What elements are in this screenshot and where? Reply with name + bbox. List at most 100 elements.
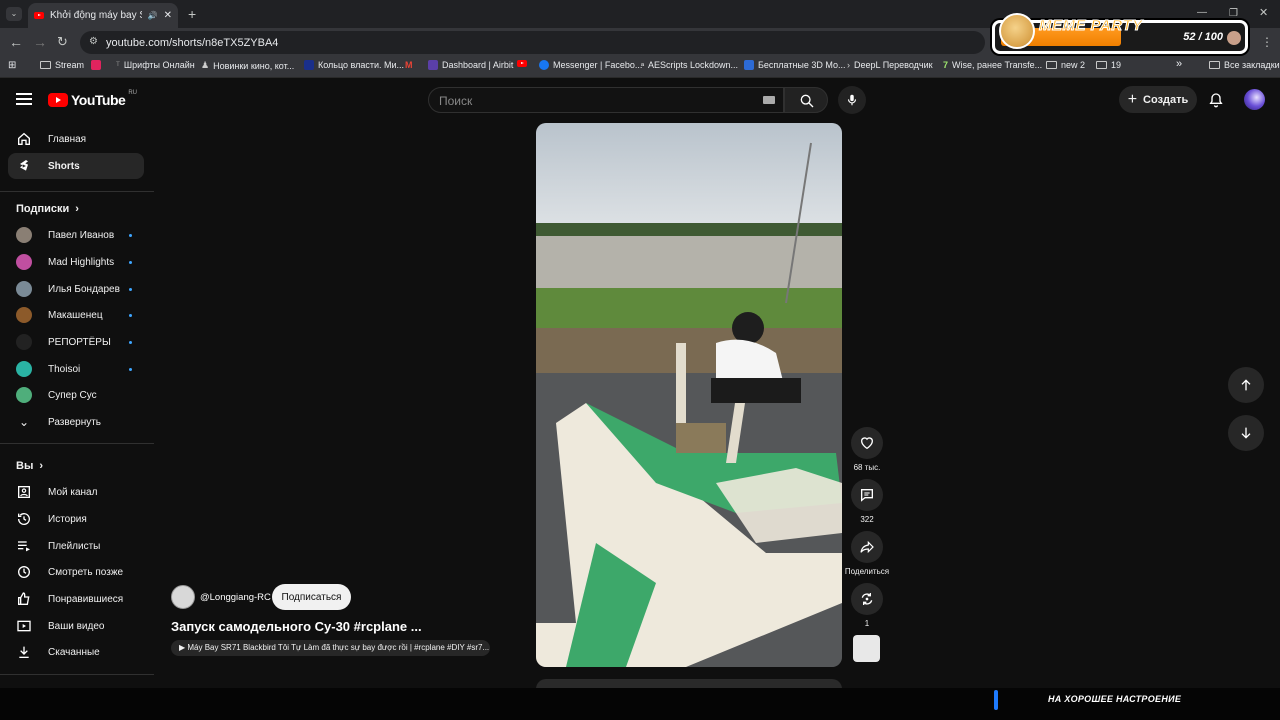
- forward-icon[interactable]: →: [33, 35, 47, 49]
- sidebar-item-downloads[interactable]: Скачанные: [8, 639, 144, 665]
- keyboard-icon[interactable]: [763, 96, 775, 104]
- new-tab-icon[interactable]: +: [188, 7, 196, 21]
- sidebar-item-playlists[interactable]: Плейлисты: [8, 533, 144, 559]
- video-icon: [17, 620, 31, 632]
- speaker-icon[interactable]: 🔊: [148, 11, 158, 20]
- subscriptions-header[interactable]: Подписки ›: [16, 203, 79, 215]
- channel-avatar: [16, 307, 32, 323]
- apps-icon[interactable]: ⊞: [8, 60, 16, 71]
- browser-tab[interactable]: Khởi động máy bay Su30 tu 🔊 ✕: [28, 3, 178, 28]
- subscription-item[interactable]: Илья Бондарев: [8, 276, 144, 302]
- shorts-icon: [20, 160, 28, 171]
- divider: [0, 443, 154, 444]
- channel-avatar: [16, 281, 32, 297]
- address-bar[interactable]: ⚙ youtube.com/shorts/n8eTX5ZYBA4: [80, 31, 985, 54]
- youtube-logo[interactable]: YouTube RU: [48, 90, 137, 108]
- bookmark-airbit[interactable]: Dashboard | Airbit: [428, 60, 513, 70]
- download-icon: [19, 646, 29, 658]
- sidebar-item-home[interactable]: Главная: [8, 126, 144, 152]
- channel-avatar[interactable]: [171, 585, 195, 609]
- search-input[interactable]: Поиск: [428, 87, 784, 113]
- create-button[interactable]: + Создать: [1119, 86, 1197, 113]
- comment-icon: [861, 489, 873, 502]
- channel-avatar: [16, 334, 32, 350]
- remix-button[interactable]: [851, 583, 883, 615]
- sidebar-item-your-videos[interactable]: Ваши видео: [8, 613, 144, 639]
- meme-count: 52 / 100: [1183, 31, 1223, 43]
- wise-icon: 7: [943, 60, 949, 70]
- sidebar-item-shorts[interactable]: Shorts: [8, 153, 144, 179]
- suggested-video-link[interactable]: ▶ Máy Bay SR71 Blackbird Tôi Tự Làm đã t…: [171, 640, 490, 656]
- folder-icon: [1046, 61, 1057, 69]
- bookmark-wise[interactable]: 7 Wise, ранее Transfe...: [943, 60, 1042, 70]
- voice-search-button[interactable]: [838, 86, 866, 114]
- subscription-item[interactable]: РЕПОРТЁРЫ: [8, 329, 144, 355]
- more-bookmarks-button[interactable]: »: [1176, 58, 1182, 70]
- tab-search-icon[interactable]: ⌄: [6, 7, 22, 21]
- youtube-page: YouTube RU Поиск + Создать Главная Short…: [0, 79, 1280, 689]
- subscription-item[interactable]: Thoisoi: [8, 356, 144, 382]
- sound-thumbnail[interactable]: [853, 635, 880, 662]
- film-icon: ♟: [201, 60, 210, 70]
- restore-icon[interactable]: ❐: [1229, 7, 1238, 21]
- sidebar-item-my-channel[interactable]: Мой канал: [8, 479, 144, 505]
- notifications-bell-icon[interactable]: [1208, 92, 1224, 108]
- short-title[interactable]: Запуск самодельного Су-30 #rcplane ...: [171, 619, 422, 634]
- bookmark-aescripts[interactable]: ᵃ AEScripts Lockdown...: [641, 60, 738, 70]
- like-button[interactable]: [851, 427, 883, 459]
- bookmark-stream[interactable]: Stream: [40, 60, 84, 70]
- divider: [0, 191, 154, 192]
- sidebar-item-watch-later[interactable]: Смотреть позже: [8, 559, 144, 585]
- bookmark-youtube[interactable]: [517, 60, 527, 67]
- bookmark-ru[interactable]: [91, 60, 101, 70]
- subscription-item[interactable]: Супер Сус: [8, 382, 144, 408]
- subscribe-button[interactable]: Подписаться: [272, 584, 351, 610]
- sidebar-item-history[interactable]: История: [8, 506, 144, 532]
- comments-button[interactable]: [851, 479, 883, 511]
- youtube-favicon-icon: [34, 12, 44, 19]
- short-video-player[interactable]: [536, 123, 842, 667]
- share-button[interactable]: [851, 531, 883, 563]
- new-content-dot: [129, 341, 132, 344]
- bookmark-new2[interactable]: new 2: [1046, 60, 1085, 70]
- account-avatar[interactable]: [1244, 89, 1265, 110]
- bookmark-messenger[interactable]: Messenger | Facebo...: [539, 60, 642, 70]
- back-icon[interactable]: ←: [9, 35, 23, 49]
- new-content-dot: [129, 288, 132, 291]
- close-window-icon[interactable]: ✕: [1259, 6, 1268, 20]
- bookmark-gmail[interactable]: M: [405, 60, 413, 70]
- expand-subscriptions[interactable]: ⌄ Развернуть: [8, 409, 144, 435]
- masthead: YouTube RU Поиск + Создать: [0, 79, 1280, 121]
- share-label: Поделиться: [844, 567, 890, 576]
- bookmark-fonts[interactable]: ᵀ Шрифты Онлайн: [116, 60, 195, 70]
- site-info-icon[interactable]: ⚙: [89, 36, 98, 47]
- bookmark-3d[interactable]: Бесплатные 3D Мо...: [744, 60, 846, 70]
- doge-icon: [999, 13, 1035, 49]
- bookmark-films[interactable]: ♟ Новинки кино, кот...: [201, 60, 294, 71]
- bookmark-19[interactable]: 19: [1096, 60, 1121, 70]
- sidebar-item-liked[interactable]: Понравившиеся: [8, 586, 144, 612]
- subscription-item[interactable]: Макашенец: [8, 302, 144, 328]
- reload-icon[interactable]: ↻: [57, 35, 68, 49]
- all-bookmarks[interactable]: Все закладки: [1209, 60, 1280, 70]
- search-button[interactable]: [784, 87, 828, 113]
- search-icon: [800, 94, 814, 108]
- heart-icon: [860, 437, 874, 450]
- next-short-button[interactable]: [1228, 415, 1264, 451]
- minimize-icon[interactable]: —: [1197, 6, 1207, 20]
- video-frame: [536, 123, 842, 667]
- channel-name[interactable]: @Longgiang-RC: [200, 592, 271, 603]
- tab-close-icon[interactable]: ✕: [164, 10, 172, 21]
- subscription-item[interactable]: Mad Highlights: [8, 249, 144, 275]
- bookmark-rings[interactable]: Кольцо власти. Ми...: [304, 60, 404, 70]
- chevron-right-icon: ›: [39, 460, 44, 472]
- remix-count: 1: [864, 619, 870, 628]
- bookmark-deepl[interactable]: › DeepL Переводчик: [847, 60, 933, 70]
- hamburger-menu-icon[interactable]: [16, 92, 32, 106]
- new-content-dot: [129, 368, 132, 371]
- previous-short-button[interactable]: [1228, 367, 1264, 403]
- you-header[interactable]: Вы ›: [16, 460, 43, 472]
- r-icon: [304, 60, 314, 70]
- subscription-item[interactable]: Павел Иванов: [8, 222, 144, 248]
- browser-menu-icon[interactable]: ⋮: [1261, 35, 1273, 49]
